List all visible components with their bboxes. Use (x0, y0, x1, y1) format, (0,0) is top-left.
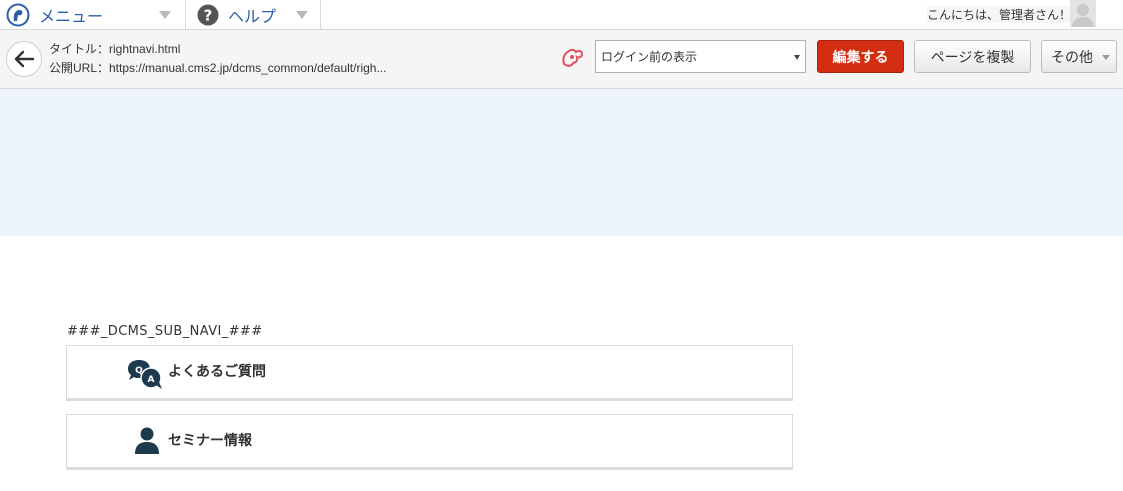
preview-mode-icon[interactable] (560, 45, 586, 69)
svg-text:?: ? (204, 6, 213, 24)
user-greeting: こんにちは、管理者さん！ (927, 6, 1072, 23)
divider (185, 0, 186, 29)
nav-item-faq[interactable]: Q A よくあるご質問 (66, 345, 793, 401)
person-icon (124, 427, 170, 459)
user-avatar-icon (1072, 4, 1094, 27)
arrow-left-icon (14, 50, 35, 68)
page-toolbar: タイトル：rightnavi.html 公開URL：https://manual… (0, 30, 1123, 89)
page-info: タイトル：rightnavi.html 公開URL：https://manual… (49, 40, 386, 78)
svg-text:A: A (148, 375, 155, 385)
sub-navi-marker: ###_DCMS_SUB_NAVI_### (67, 324, 263, 339)
page-title: タイトル：rightnavi.html (49, 42, 181, 56)
nav-item-label: よくあるご質問 (168, 364, 266, 380)
view-mode-value: ログイン前の表示 (601, 50, 698, 64)
back-button[interactable] (6, 41, 42, 77)
divider (320, 0, 321, 29)
help-icon: ? (197, 4, 219, 26)
header-area (0, 89, 1123, 236)
chevron-down-icon (794, 55, 800, 60)
chevron-down-icon (296, 11, 308, 19)
view-mode-select[interactable]: ログイン前の表示 (595, 40, 806, 73)
public-url: 公開URL：https://manual.cms2.jp/dcms_common… (49, 61, 387, 75)
duplicate-page-button[interactable]: ページを複製 (914, 40, 1031, 73)
nav-item-label: セミナー情報 (168, 433, 252, 449)
menu-dropdown[interactable]: メニュー (6, 0, 184, 29)
qa-bubbles-icon: Q A (124, 358, 170, 390)
edit-button[interactable]: 編集する (817, 40, 904, 73)
chevron-down-icon (159, 11, 171, 19)
other-menu-label: その他 (1051, 49, 1093, 66)
help-dropdown[interactable]: ? ヘルプ (197, 0, 321, 29)
avatar[interactable] (1070, 0, 1096, 27)
app-logo-icon (6, 3, 30, 27)
other-menu-button[interactable]: その他 (1041, 40, 1117, 73)
menu-label: メニュー (39, 6, 104, 26)
chevron-down-icon (1102, 55, 1110, 60)
help-label: ヘルプ (228, 6, 277, 26)
nav-item-seminar[interactable]: セミナー情報 (66, 414, 793, 470)
